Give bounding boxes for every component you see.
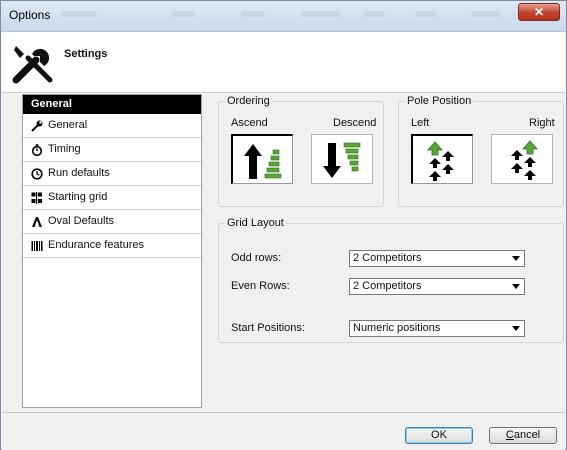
chevron-down-icon — [512, 284, 520, 289]
sidebar-item-timing[interactable]: Timing — [23, 138, 201, 162]
ok-button-label: OK — [431, 429, 447, 441]
descend-button[interactable] — [311, 134, 373, 184]
title-ghost — [171, 11, 195, 17]
even-rows-label: Even Rows: — [231, 280, 290, 292]
start-positions-select[interactable]: Numeric positions — [349, 320, 525, 337]
chevron-down-icon — [512, 256, 520, 261]
descend-label: Descend — [333, 117, 377, 129]
sidebar-item-label: Run defaults — [48, 167, 110, 179]
grid-icon — [31, 191, 42, 204]
cancel-button[interactable]: Cancel — [489, 427, 557, 444]
sidebar-item-starting-grid[interactable]: Starting grid — [23, 186, 201, 210]
dialog-footer: OK Cancel — [2, 412, 565, 450]
main-content: General General Timing Run defaults Star… — [2, 93, 565, 411]
sidebar-item-run-defaults[interactable]: Run defaults — [23, 162, 201, 186]
stopwatch-icon — [31, 143, 43, 156]
wrench-screwdriver-icon — [12, 46, 53, 84]
settings-header: Settings — [2, 32, 565, 93]
wrench-icon — [31, 120, 43, 132]
pole-position-group: Pole Position Left Right — [398, 95, 564, 207]
ascend-order-icon — [244, 144, 282, 179]
sidebar-item-oval-defaults[interactable]: Oval Defaults — [23, 210, 201, 234]
odd-rows-label: Odd rows: — [231, 252, 282, 264]
title-ghost — [301, 11, 341, 17]
odd-rows-value: 2 Competitors — [353, 252, 422, 264]
start-positions-value: Numeric positions — [353, 322, 441, 334]
right-label: Right — [529, 117, 555, 129]
ok-button[interactable]: OK — [405, 427, 473, 444]
pole-left-icon — [427, 141, 454, 181]
ascend-label: Ascend — [231, 117, 268, 129]
grid-layout-label: Grid Layout — [225, 217, 286, 229]
title-ghost — [61, 11, 97, 17]
start-positions-label: Start Positions: — [231, 322, 305, 334]
sidebar-item-label: Timing — [48, 143, 81, 155]
window-title: Options — [9, 8, 51, 22]
title-bar[interactable]: Options ✕ — [1, 1, 566, 32]
sidebar-item-label: Endurance features — [48, 239, 145, 251]
sidebar-item-label: General — [48, 119, 88, 131]
ordering-label: Ordering — [225, 95, 272, 107]
even-rows-select[interactable]: 2 Competitors — [349, 278, 525, 295]
grid-layout-group: Grid Layout Odd rows: 2 Competitors Even… — [218, 217, 564, 343]
title-ghost — [415, 11, 437, 17]
odd-rows-select[interactable]: 2 Competitors — [349, 250, 525, 267]
pole-position-label: Pole Position — [405, 95, 474, 107]
pole-right-icon — [511, 140, 538, 180]
title-ghost — [241, 11, 265, 17]
page-title: Settings — [64, 48, 108, 60]
left-label: Left — [411, 117, 430, 129]
options-window: Options ✕ Settings General General Timin… — [0, 0, 567, 450]
sidebar-item-label: Starting grid — [48, 191, 108, 203]
sidebar-item-general[interactable]: General — [23, 114, 201, 138]
chevron-down-icon — [512, 326, 520, 331]
pole-left-button[interactable] — [411, 134, 473, 184]
sidebar: General General Timing Run defaults Star… — [22, 94, 202, 408]
ordering-group: Ordering Ascend Descend — [218, 95, 384, 207]
cancel-button-label: Cancel — [505, 429, 541, 441]
ascend-button[interactable] — [231, 134, 293, 184]
pole-right-button[interactable] — [491, 134, 553, 184]
sidebar-item-endurance-features[interactable]: Endurance features — [23, 234, 201, 258]
title-ghost — [471, 11, 501, 17]
close-button[interactable]: ✕ — [518, 3, 560, 21]
close-icon: ✕ — [533, 5, 545, 19]
barcode-icon — [31, 240, 43, 251]
sidebar-item-label: Oval Defaults — [48, 215, 115, 227]
oval-track-icon — [32, 216, 42, 227]
clock-icon — [31, 167, 43, 180]
descend-order-icon — [323, 142, 361, 178]
even-rows-value: 2 Competitors — [353, 280, 422, 292]
sidebar-heading: General — [23, 95, 201, 114]
title-ghost — [363, 11, 385, 17]
